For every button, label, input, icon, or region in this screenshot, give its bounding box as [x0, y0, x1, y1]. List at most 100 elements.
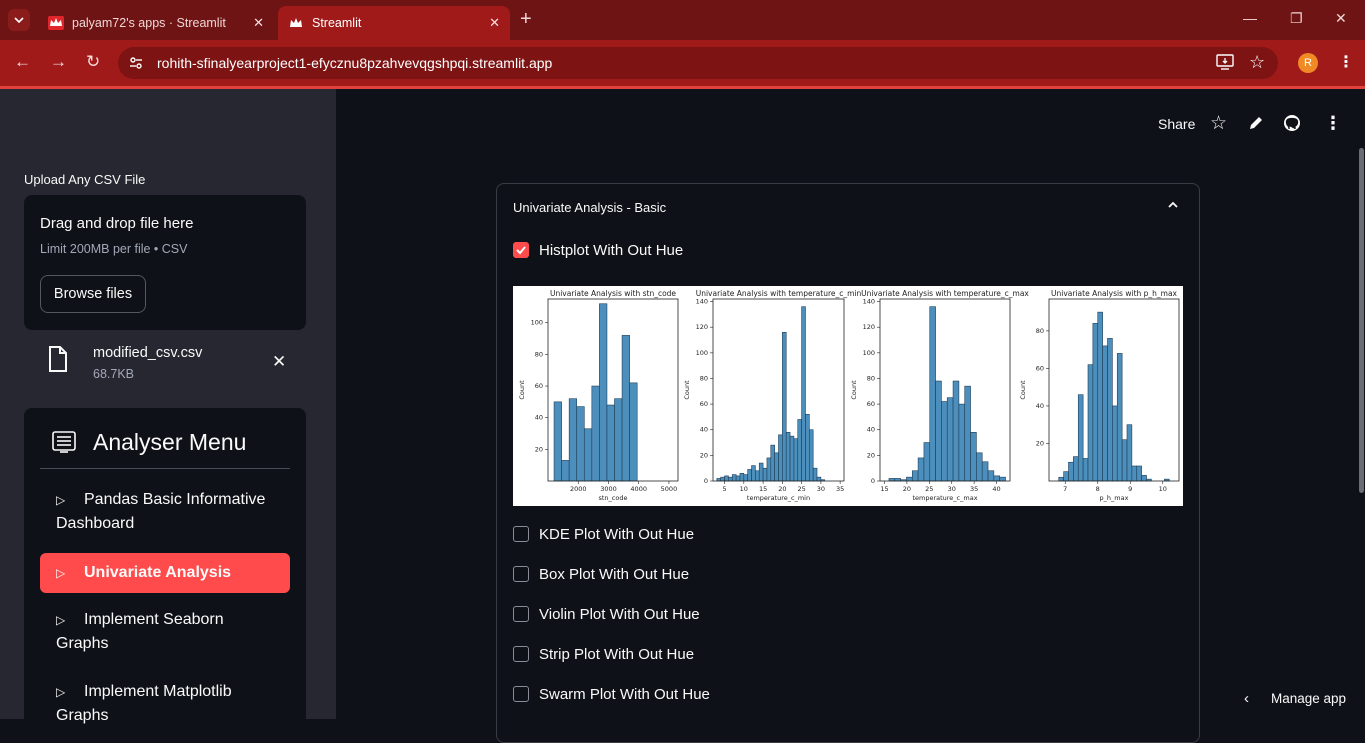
bookmark-star-icon[interactable]: ☆: [1249, 52, 1265, 73]
menu-item-pandas-dashboard[interactable]: ▷ Pandas Basic Informative Dashboard: [40, 488, 290, 536]
tab-title: palyam72's apps · Streamlit: [72, 16, 226, 30]
histogram-bar: [629, 382, 638, 482]
menu-item-univariate-analysis[interactable]: ▷ Univariate Analysis: [40, 553, 290, 593]
histogram-bar: [1092, 323, 1099, 482]
y-tick-label: 20: [1036, 439, 1044, 447]
x-tick-label: 20: [778, 485, 786, 493]
histogram-bar: [1121, 439, 1128, 482]
y-tick-label: 80: [1036, 327, 1044, 335]
histogram-bar: [816, 476, 822, 482]
checkbox-kde[interactable]: KDE Plot With Out Hue: [513, 524, 694, 544]
checkbox-box[interactable]: Box Plot With Out Hue: [513, 564, 689, 584]
star-icon[interactable]: ☆: [1210, 112, 1227, 135]
back-icon[interactable]: ←: [14, 52, 31, 72]
dropzone-limit: Limit 200MB per file • CSV: [40, 242, 188, 256]
histogram-bar: [1112, 405, 1118, 482]
menu-item-label: Graphs: [56, 707, 109, 724]
histogram-bar: [785, 431, 791, 482]
chart-title: Univariate Analysis with stn_code: [550, 289, 676, 298]
y-tick-label: 40: [1036, 402, 1044, 410]
tab-search-button[interactable]: [8, 9, 30, 31]
x-tick-label: 7: [1063, 485, 1067, 493]
reload-icon[interactable]: ↻: [86, 52, 100, 72]
page-scrollbar[interactable]: [1359, 148, 1364, 493]
x-axis-label: temperature_c_min: [747, 494, 810, 502]
manage-app-button[interactable]: Manage app: [1271, 691, 1346, 706]
checkbox-checked-icon[interactable]: [513, 242, 529, 258]
site-info-icon[interactable]: [128, 55, 144, 76]
checkbox-icon[interactable]: [513, 686, 529, 702]
tab-streamlit[interactable]: Streamlit ✕: [278, 6, 510, 40]
checkbox-icon[interactable]: [513, 646, 529, 662]
histogram-bar: [606, 404, 615, 482]
restore-icon[interactable]: ❐: [1290, 10, 1303, 27]
browser-menu-icon[interactable]: ⋮: [1338, 52, 1354, 72]
histogram-bar: [774, 452, 779, 482]
tab-close-icon[interactable]: ✕: [253, 15, 264, 31]
chart-title: Univariate Analysis with temperature_c_m…: [861, 289, 1029, 298]
expander-title[interactable]: Univariate Analysis - Basic: [513, 200, 666, 215]
histplot-svg: Univariate Analysis with stn_code2000 300…: [518, 289, 1180, 502]
close-window-icon[interactable]: ✕: [1335, 10, 1347, 27]
checkbox-strip[interactable]: Strip Plot With Out Hue: [513, 644, 694, 664]
y-tick-label: 140: [696, 298, 708, 306]
y-tick-label: 40: [867, 426, 875, 434]
x-tick-label: 40: [992, 485, 1000, 493]
y-axis-label: Count: [1019, 380, 1027, 400]
edit-pencil-icon[interactable]: [1248, 115, 1264, 136]
histogram-bar: [782, 332, 787, 482]
histogram-bar: [720, 476, 725, 482]
histogram-bar: [770, 444, 775, 482]
tab-palyam-apps[interactable]: palyam72's apps · Streamlit ✕: [38, 6, 274, 40]
checkbox-histplot[interactable]: Histplot With Out Hue: [513, 240, 683, 260]
histogram-bar: [583, 428, 593, 482]
x-axis-label: temperature_c_max: [912, 494, 977, 502]
menu-item-label: Graphs: [56, 635, 109, 652]
install-app-icon[interactable]: [1216, 54, 1234, 75]
histogram-bar: [1063, 471, 1069, 482]
histogram-bar: [917, 457, 925, 482]
y-tick-label: 60: [700, 400, 708, 408]
x-tick-label: 35: [836, 485, 844, 493]
histogram-bar: [735, 475, 741, 482]
new-tab-icon[interactable]: +: [520, 8, 532, 31]
url-text[interactable]: rohith-sfinalyearproject1-efycznu8pzahve…: [157, 55, 552, 71]
minimize-icon[interactable]: —: [1243, 10, 1257, 26]
checkbox-icon[interactable]: [513, 526, 529, 542]
x-tick-label: 4000: [630, 485, 647, 493]
profile-avatar[interactable]: R: [1298, 53, 1318, 73]
menu-item-matplotlib-graphs[interactable]: ▷ Implement Matplotlib Graphs: [40, 680, 290, 728]
chevron-left-icon[interactable]: ‹: [1244, 690, 1249, 707]
histogram-bar: [751, 465, 756, 482]
histogram-bar: [728, 476, 733, 482]
histogram-bar: [923, 442, 931, 482]
checkbox-icon[interactable]: [513, 606, 529, 622]
histogram-bar: [1107, 338, 1113, 482]
y-tick-label: 60: [1036, 364, 1044, 372]
share-button[interactable]: Share: [1158, 116, 1195, 132]
x-tick-label: 10: [1159, 485, 1167, 493]
histogram-bar: [941, 401, 948, 482]
caret-right-icon: ▷: [56, 493, 66, 507]
menu-item-seaborn-graphs[interactable]: ▷ Implement Seaborn Graphs: [40, 608, 290, 656]
y-tick-label: 140: [863, 298, 875, 306]
github-icon[interactable]: [1283, 114, 1301, 137]
checkbox-violin[interactable]: Violin Plot With Out Hue: [513, 604, 700, 624]
tab-close-icon[interactable]: ✕: [489, 15, 500, 31]
checkbox-swarm[interactable]: Swarm Plot With Out Hue: [513, 684, 710, 704]
forward-icon[interactable]: →: [50, 52, 67, 72]
histogram-bar: [1087, 364, 1094, 482]
histogram-bar: [1141, 475, 1147, 482]
checkbox-icon[interactable]: [513, 566, 529, 582]
chevron-up-icon[interactable]: [1166, 198, 1180, 217]
remove-file-icon[interactable]: ✕: [272, 352, 286, 372]
uploaded-file-name: modified_csv.csv: [93, 345, 203, 361]
browse-files-button[interactable]: Browse files: [40, 275, 146, 313]
y-axis-label: Count: [683, 380, 691, 400]
histplot-figure: Univariate Analysis with stn_code 2000 300…: [513, 286, 1183, 506]
menu-item-label: Dashboard: [56, 515, 135, 532]
menu-item-label: Implement Matplotlib: [84, 683, 232, 700]
y-tick-label: 0: [871, 477, 875, 485]
main-menu-icon[interactable]: ⋮: [1324, 113, 1342, 134]
menu-item-label: Implement Seaborn: [84, 611, 224, 628]
